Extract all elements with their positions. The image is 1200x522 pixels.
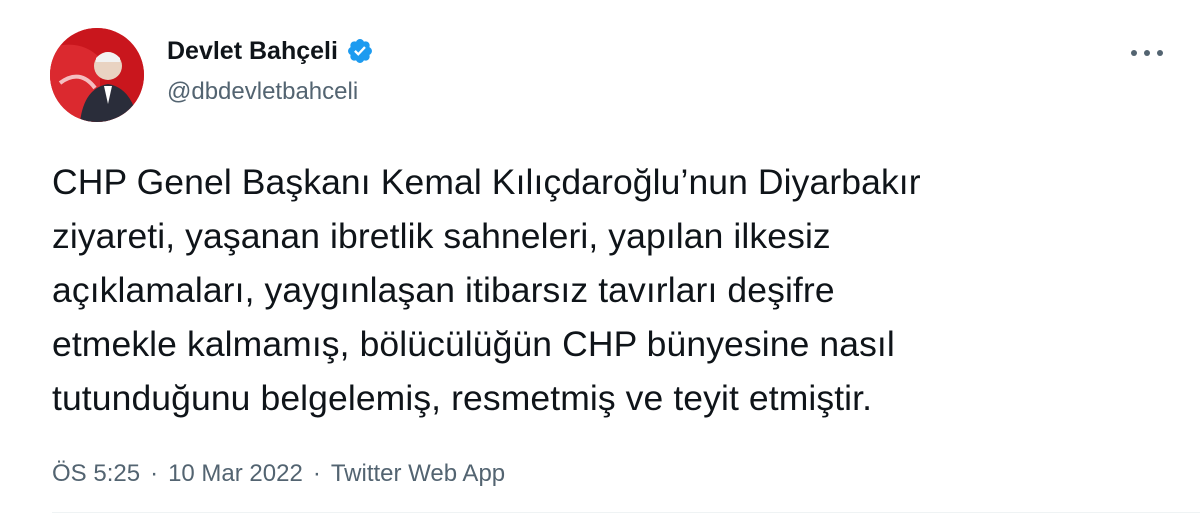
meta-separator: · (150, 460, 159, 487)
tweet-text: CHP Genel Başkanı Kemal Kılıçdaroğlu’nun… (52, 162, 921, 418)
author-handle[interactable]: @dbdevletbahceli (167, 78, 374, 106)
more-horizontal-icon (1131, 50, 1163, 56)
tweet-source[interactable]: Twitter Web App (331, 460, 505, 488)
more-options-button[interactable] (1122, 38, 1172, 68)
tweet-card: Devlet Bahçeli @dbdevletbahceli CHP Gene… (0, 0, 1200, 522)
author-name[interactable]: Devlet Bahçeli (167, 37, 338, 66)
avatar[interactable] (50, 28, 144, 122)
divider (52, 512, 1200, 513)
name-row: Devlet Bahçeli (167, 36, 374, 66)
verified-badge-icon (346, 37, 374, 65)
tweet-meta: ÖS 5:25 · 10 Mar 2022 · Twitter Web App (52, 460, 505, 488)
author-info: Devlet Bahçeli @dbdevletbahceli (167, 36, 374, 106)
tweet-time[interactable]: ÖS 5:25 (52, 460, 140, 488)
profile-photo (50, 28, 144, 122)
meta-separator: · (312, 460, 321, 487)
tweet-date[interactable]: 10 Mar 2022 (168, 460, 303, 488)
